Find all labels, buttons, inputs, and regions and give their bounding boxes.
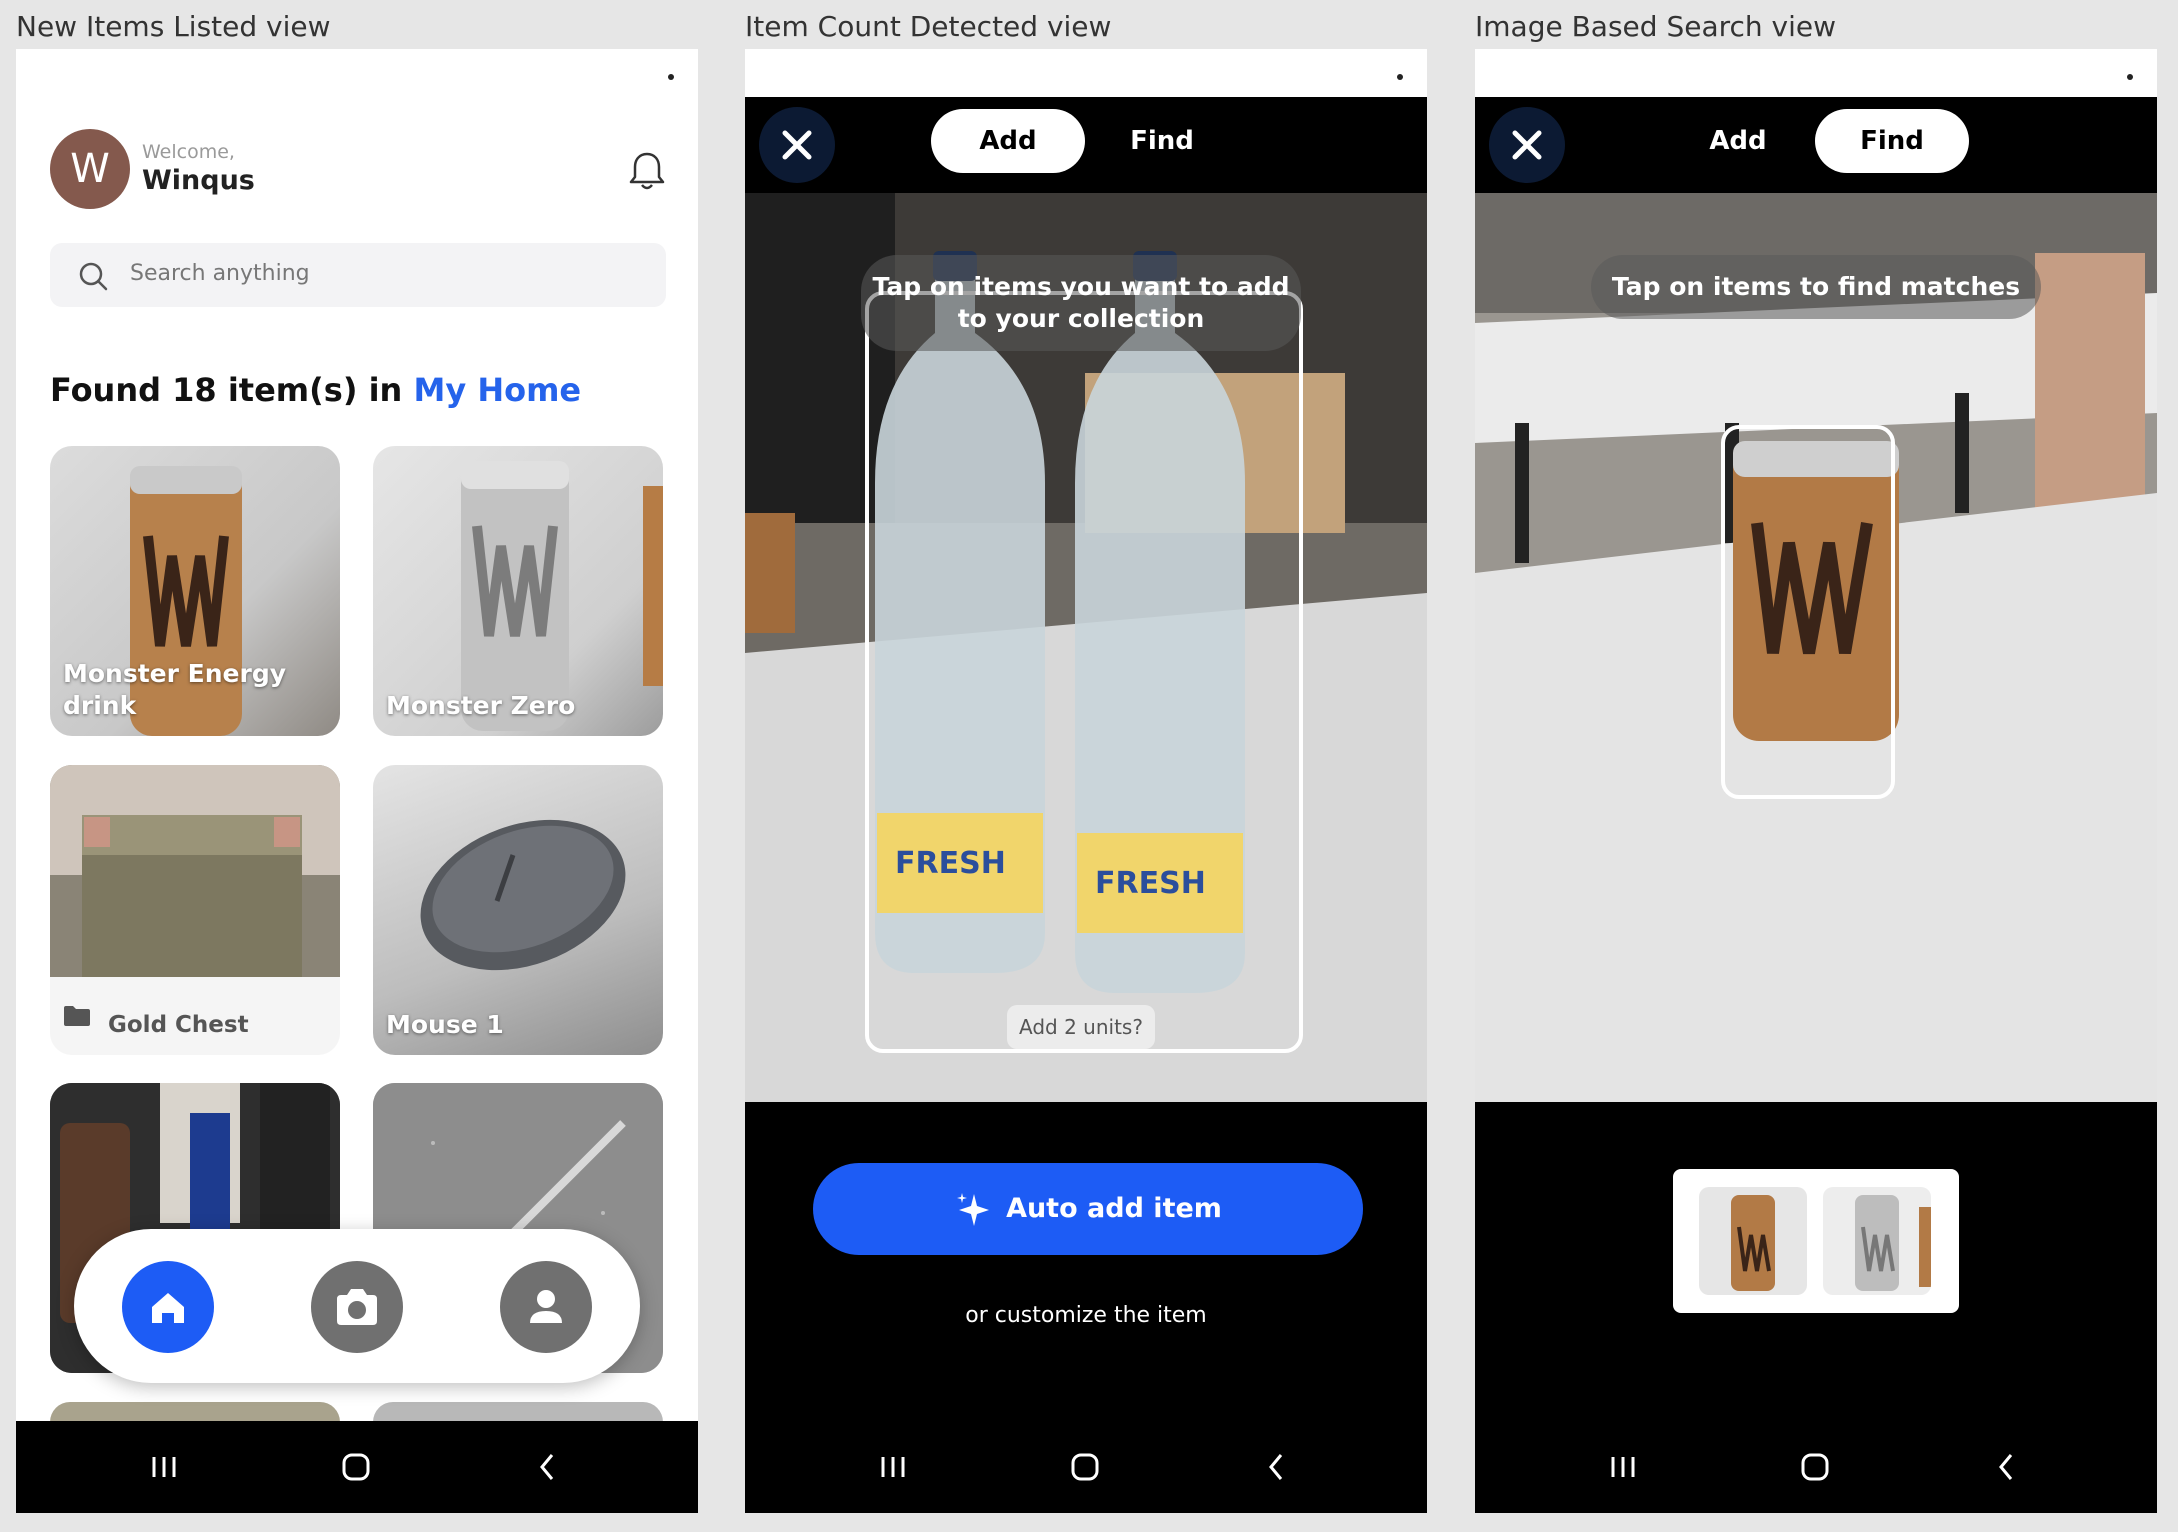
item-card-gold-chest[interactable]: Gold Chest [50, 765, 340, 1055]
tab-find[interactable]: Find [1815, 109, 1969, 173]
status-indicator [1397, 74, 1403, 80]
auto-add-button[interactable]: Auto add item [813, 1163, 1363, 1255]
avatar[interactable]: W [50, 129, 130, 209]
found-count-text: Found 18 item(s) in [50, 371, 403, 409]
view-caption-item-count: Item Count Detected view [745, 10, 1112, 43]
profile-tab-button[interactable] [500, 1261, 592, 1353]
system-nav-bar [1475, 1421, 2157, 1513]
item-card-monster-zero[interactable]: Monster Zero [373, 446, 663, 736]
close-button[interactable] [1489, 107, 1565, 183]
sparkle-icon [957, 1192, 990, 1226]
item-card-label: Mouse 1 [386, 1010, 504, 1039]
hint-overlay: Tap on items to find matches [1591, 255, 2041, 319]
profile-icon [530, 1290, 562, 1323]
close-button[interactable] [759, 107, 835, 183]
hint-overlay: Tap on items you want to add to your col… [861, 255, 1301, 351]
back-icon[interactable] [1259, 1449, 1295, 1485]
back-icon[interactable] [1989, 1449, 2025, 1485]
view-caption-new-items: New Items Listed view [16, 10, 331, 43]
close-icon [782, 130, 812, 160]
tab-add[interactable]: Add [931, 109, 1085, 173]
camera-icon [337, 1289, 377, 1325]
add-units-chip[interactable]: Add 2 units? [1007, 1005, 1155, 1049]
auto-add-label: Auto add item [1006, 1193, 1222, 1224]
bell-icon[interactable] [626, 149, 668, 193]
status-indicator [668, 74, 674, 80]
item-card-monster-energy[interactable]: Monster Energy drink [50, 446, 340, 736]
item-card-label: Monster Energy drink [63, 659, 287, 720]
phone-new-items: W Welcome, Winqus Search anything Found … [16, 49, 698, 1513]
item-card-label: Monster Zero [386, 691, 576, 720]
system-nav-bar [745, 1421, 1427, 1513]
username: Winqus [142, 165, 255, 196]
match-photo [1731, 1195, 1775, 1291]
found-heading: Found 18 item(s) in My Home [50, 371, 581, 409]
match-photo [1855, 1195, 1931, 1291]
recent-apps-icon[interactable] [875, 1449, 911, 1485]
back-icon[interactable] [530, 1449, 566, 1485]
recent-apps-icon[interactable] [1605, 1449, 1641, 1485]
customize-link[interactable]: or customize the item [745, 1303, 1427, 1328]
detection-box[interactable] [865, 291, 1303, 1053]
home-icon [152, 1293, 184, 1323]
camera-preview[interactable]: FRESH FRESH Tap on items you want to add… [745, 193, 1427, 1102]
welcome-text: Welcome, [142, 141, 235, 163]
search-input[interactable]: Search anything [50, 243, 666, 307]
home-nav-icon[interactable] [338, 1449, 374, 1485]
folder-icon [64, 1006, 90, 1026]
camera-preview[interactable]: Tap on items to find matches [1475, 193, 2157, 1102]
close-icon [1512, 130, 1542, 160]
home-nav-icon[interactable] [1797, 1449, 1833, 1485]
capture-top-bar: Add Find [1475, 97, 2157, 193]
detection-box[interactable] [1721, 425, 1895, 799]
recent-apps-icon[interactable] [146, 1449, 182, 1485]
home-nav-icon[interactable] [1067, 1449, 1103, 1485]
phone-item-count: Add Find FRESH FRESH Tap on items you wa… [745, 49, 1427, 1513]
tab-find[interactable]: Find [1085, 109, 1239, 173]
item-photo [50, 765, 340, 977]
item-card-mouse[interactable]: Mouse 1 [373, 765, 663, 1055]
phone-image-search: Add Find Tap on items to find matches [1475, 49, 2157, 1513]
match-thumbnail[interactable] [1823, 1187, 1931, 1295]
match-results-tray [1673, 1169, 1959, 1313]
search-icon [79, 262, 108, 291]
system-nav-bar [16, 1421, 698, 1513]
camera-tab-button[interactable] [311, 1261, 403, 1353]
location-link[interactable]: My Home [413, 371, 581, 409]
search-placeholder: Search anything [130, 261, 310, 286]
tab-add[interactable]: Add [1661, 109, 1815, 173]
item-card-label: Gold Chest [108, 1012, 249, 1038]
match-thumbnail[interactable] [1699, 1187, 1807, 1295]
capture-top-bar: Add Find [745, 97, 1427, 193]
home-tab-button[interactable] [122, 1261, 214, 1353]
bottom-tab-bar [74, 1229, 640, 1383]
view-caption-image-search: Image Based Search view [1475, 10, 1837, 43]
status-indicator [2127, 74, 2133, 80]
